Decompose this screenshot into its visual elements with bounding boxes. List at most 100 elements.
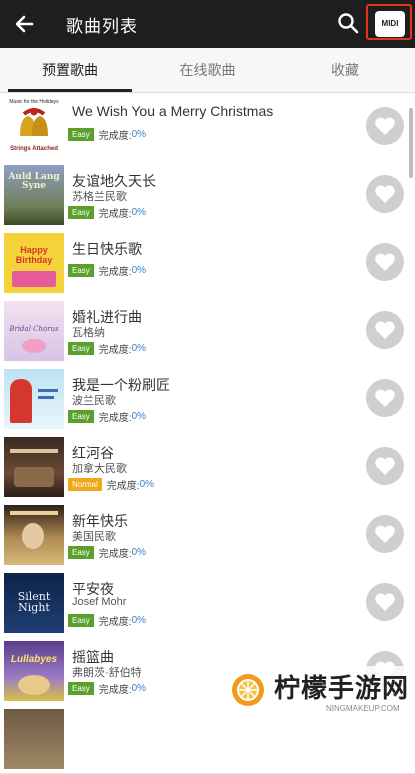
title-strip (10, 449, 58, 453)
song-row[interactable]: Bridal Chorus 婚礼进行曲 瓦格纳 Easy 完成度:0% (0, 297, 415, 366)
progress-value: 0% (139, 479, 155, 490)
album-cover: Happy Birthday (4, 233, 64, 293)
song-meta: Easy 完成度:0% (68, 127, 147, 142)
progress-value: 0% (131, 343, 147, 354)
song-meta: Easy 完成度:0% (68, 263, 147, 278)
heart-icon (375, 457, 395, 475)
song-meta: Easy 完成度:0% (68, 341, 147, 356)
cover-caption: Strings Attached (10, 146, 58, 152)
progress-value: 0% (131, 615, 147, 626)
difficulty-badge: Easy (68, 546, 94, 559)
tab-favorites[interactable]: 收藏 (275, 48, 415, 92)
song-artist: 美国民歌 (72, 531, 116, 543)
song-row[interactable]: 我是一个粉刷匠 波兰民歌 Easy 完成度:0% (0, 365, 415, 434)
progress-value: 0% (131, 683, 147, 694)
cover-caption: Auld Lang Syne (8, 172, 60, 191)
cover-caption: Silent Night (17, 590, 51, 614)
heart-icon (375, 185, 395, 203)
favorite-button[interactable] (366, 379, 404, 417)
tab-online-songs[interactable]: 在线歌曲 (140, 48, 275, 92)
difficulty-badge: Normal (68, 478, 102, 491)
album-cover: Bridal Chorus (4, 301, 64, 361)
difficulty-badge: Easy (68, 614, 94, 627)
progress-label: 完成度: (106, 481, 140, 492)
baby-shape (18, 675, 50, 695)
heart-icon (375, 321, 395, 339)
album-cover: Music for the Holidays Strings Attached (4, 97, 64, 157)
song-row[interactable]: Music for the Holidays Strings Attached … (0, 93, 415, 162)
song-row[interactable]: Auld Lang Syne 友谊地久天长 苏格兰民歌 Easy 完成度:0% (0, 161, 415, 230)
text-lines (38, 389, 58, 392)
progress-value: 0% (131, 207, 147, 218)
album-cover: Lullabyes (4, 641, 64, 701)
song-artist: 瓦格纳 (72, 327, 105, 339)
favorite-button[interactable] (366, 107, 404, 145)
song-title: We Wish You a Merry Christmas (72, 103, 274, 119)
lemon-logo-icon (232, 674, 264, 706)
favorite-button[interactable] (366, 515, 404, 553)
song-title: 生日快乐歌 (72, 241, 142, 257)
difficulty-badge: Easy (68, 410, 94, 423)
favorite-button[interactable] (366, 243, 404, 281)
song-meta: Easy 完成度:0% (68, 545, 147, 560)
song-meta: Easy 完成度:0% (68, 409, 147, 424)
album-cover: Silent Night (4, 573, 64, 633)
song-row[interactable]: Happy Birthday 生日快乐歌 Easy 完成度:0% (0, 229, 415, 298)
song-row[interactable]: 红河谷 加拿大民歌 Normal 完成度:0% (0, 433, 415, 502)
watermark: 柠檬手游网 NINGMAKEUP.COM (222, 666, 412, 718)
progress-value: 0% (131, 129, 147, 140)
progress-value: 0% (131, 547, 147, 558)
portrait-shape (22, 523, 44, 549)
album-cover (4, 505, 64, 565)
watermark-sub: NINGMAKEUP.COM (326, 704, 400, 713)
text-lines (38, 396, 54, 399)
song-meta: Normal 完成度:0% (68, 477, 155, 492)
app-bar: 歌曲列表 MIDI (0, 0, 415, 48)
progress-label: 完成度: (98, 413, 132, 424)
heart-icon (375, 525, 395, 543)
difficulty-badge: Easy (68, 342, 94, 355)
progress-label: 完成度: (98, 209, 132, 220)
search-icon[interactable] (334, 9, 362, 37)
progress-label: 完成度: (98, 617, 132, 628)
tab-indicator (8, 89, 132, 92)
progress-label: 完成度: (98, 549, 132, 560)
santa-shape (10, 379, 32, 423)
favorite-button[interactable] (366, 447, 404, 485)
song-artist: 弗朗茨·舒伯特 (72, 667, 142, 679)
favorite-button[interactable] (366, 311, 404, 349)
album-cover (4, 709, 64, 769)
cover-caption: Bridal Chorus (9, 325, 59, 333)
song-artist: 加拿大民歌 (72, 463, 127, 475)
heart-icon (375, 593, 395, 611)
difficulty-badge: Easy (68, 206, 94, 219)
back-arrow-icon[interactable] (10, 9, 40, 39)
midi-highlight-box (366, 4, 412, 40)
song-artist: Josef Mohr (72, 596, 127, 608)
heart-icon (375, 117, 395, 135)
heart-icon (375, 389, 395, 407)
progress-label: 完成度: (98, 345, 132, 356)
song-row[interactable]: 新年快乐 美国民歌 Easy 完成度:0% (0, 501, 415, 570)
cover-caption: Happy Birthday (15, 245, 53, 265)
song-artist: 苏格兰民歌 (72, 191, 127, 203)
song-row[interactable]: Silent Night 平安夜 Josef Mohr Easy 完成度:0% (0, 569, 415, 638)
progress-label: 完成度: (98, 267, 132, 278)
favorite-button[interactable] (366, 583, 404, 621)
song-artist: 波兰民歌 (72, 395, 116, 407)
difficulty-badge: Easy (68, 682, 94, 695)
progress-value: 0% (131, 411, 147, 422)
album-cover: Auld Lang Syne (4, 165, 64, 225)
bells-icon (20, 108, 48, 136)
favorite-button[interactable] (366, 175, 404, 213)
song-meta: Easy 完成度:0% (68, 613, 147, 628)
difficulty-badge: Easy (68, 264, 94, 277)
progress-value: 0% (131, 265, 147, 276)
flowers-shape (22, 339, 46, 353)
cover-header: Music for the Holidays (9, 99, 59, 105)
song-meta: Easy 完成度:0% (68, 681, 147, 696)
tab-preset-songs[interactable]: 预置歌曲 (0, 48, 140, 92)
heart-icon (375, 253, 395, 271)
scrollbar[interactable] (409, 108, 413, 178)
song-meta: Easy 完成度:0% (68, 205, 147, 220)
